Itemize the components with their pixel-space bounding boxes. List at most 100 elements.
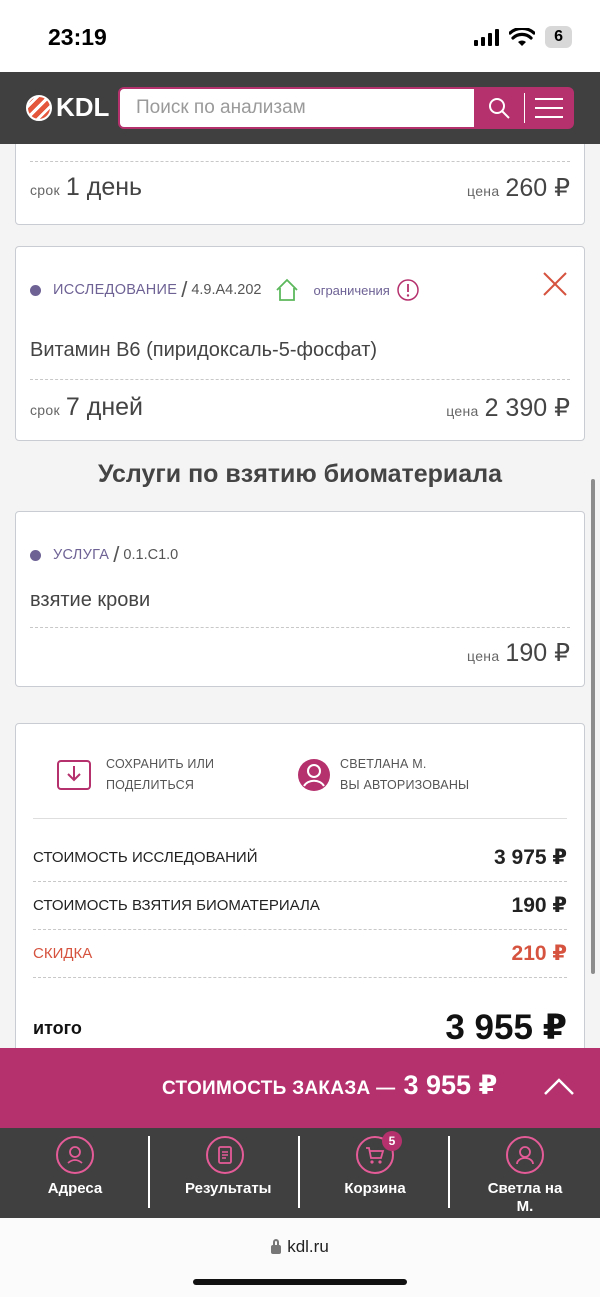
price-label: цена [467,183,500,199]
item-title: взятие крови [30,589,151,611]
browser-footer: kdl.ru [0,1218,600,1297]
price-label: цена [446,403,479,419]
status-icons: 6 [474,26,572,48]
nav-item-profile[interactable]: Светла на М. [450,1128,600,1218]
warning-icon[interactable] [396,278,420,302]
url-text: kdl.ru [287,1237,329,1256]
order-summary-card: СОХРАНИТЬ ИЛИ ПОДЕЛИТЬСЯ СВЕТЛАНА М. ВЫ … [15,723,585,1048]
item-code: 0.1.C1.0 [123,547,179,563]
download-icon [57,760,91,790]
type-dot-icon [30,284,41,296]
row-label: СКИДКА [33,945,93,962]
status-time: 23:19 [48,24,107,50]
row-label: СТОИМОСТЬ ИССЛЕДОВАНИЙ [33,849,258,866]
location-icon [56,1136,94,1174]
nav-label: Светла на М. [487,1180,563,1215]
auth-status: ВЫ АВТОРИЗОВАНЫ [340,778,470,792]
order-total-bar[interactable]: СТОИМОСТЬ ЗАКАЗА — 3 955 ₽ [0,1048,600,1128]
address-bar[interactable]: kdl.ru [0,1237,600,1257]
user-auth-info[interactable]: СВЕТЛАНА М. ВЫ АВТОРИЗОВАНЫ [298,754,469,796]
cellular-signal-icon [474,28,500,46]
nav-label: Корзина [344,1180,406,1197]
row-value: 190 ₽ [511,894,567,917]
save-share-button[interactable]: СОХРАНИТЬ ИЛИ ПОДЕЛИТЬСЯ [56,754,214,796]
remove-item-icon[interactable] [542,271,568,297]
cart-icon: 5 [356,1131,402,1174]
home-indicator [193,1279,407,1285]
home-visit-icon[interactable] [275,278,299,302]
term-label: срок [30,402,60,418]
search-icon [488,98,510,119]
total-label: итого [33,1017,82,1038]
price-label: цена [467,648,500,664]
user-icon [506,1136,544,1174]
term-value: 1 день [65,173,143,201]
item-code: 4.9.A4.202 [191,282,262,298]
item-type: УСЛУГА [53,547,110,563]
header-actions [474,87,574,129]
order-label: СТОИМОСТЬ ЗАКАЗА — [162,1078,396,1099]
price-value: 190 ₽ [505,639,570,667]
nav-item-cart[interactable]: 5 Корзина [300,1128,450,1218]
card-divider [30,627,570,628]
user-avatar-icon [298,759,330,791]
bottom-nav: Адреса Результаты 5 Корзина Светла на М. [0,1128,600,1218]
term-info: срок 7 дней [30,393,143,422]
status-bar: 23:19 6 [0,0,600,72]
menu-button[interactable] [524,87,574,129]
services-heading: Услуги по взятию биоматериала [98,460,502,488]
item-meta: УСЛУГА / 0.1.C1.0 [30,542,178,568]
card-divider [30,379,570,380]
type-dot-icon [30,549,41,561]
lock-icon [271,1238,282,1254]
order-total: СТОИМОСТЬ ЗАКАЗА — 3 955 ₽ [162,1070,497,1101]
meta-separator: / [181,277,188,302]
cart-count-badge: 5 [382,1131,402,1151]
app-header: KDL [0,72,600,144]
user-name: СВЕТЛАНА М. [340,757,427,771]
term-label: срок [30,182,60,198]
document-icon [206,1136,244,1174]
price-value: 260 ₽ [505,174,570,202]
search-input[interactable] [120,89,474,127]
user-auth-text: СВЕТЛАНА М. ВЫ АВТОРИЗОВАНЫ [340,754,469,796]
service-card: УСЛУГА / 0.1.C1.0 взятие крови цена 190 … [15,511,585,687]
search-box [118,87,476,129]
row-value: 210 ₽ [511,942,567,965]
wifi-icon [509,27,536,46]
nav-item-addresses[interactable]: Адреса [0,1128,150,1218]
discount-row: СКИДКА 210 ₽ [33,930,567,978]
kdl-logo[interactable]: KDL [26,92,109,123]
meta-separator: / [113,542,120,567]
search-button[interactable] [474,87,524,129]
cart-content[interactable]: срок 1 день цена 260 ₽ ИССЛЕДОВАНИЕ / 4.… [0,144,600,1048]
summary-divider [33,818,567,819]
battery-indicator: 6 [545,26,572,48]
nav-label: Результаты [185,1180,272,1197]
row-label: СТОИМОСТЬ ВЗЯТИЯ БИОМАТЕРИАЛА [33,897,320,914]
card-divider [30,161,570,162]
order-amount: 3 955 ₽ [403,1070,498,1100]
chevron-up-icon[interactable] [542,1072,576,1102]
row-value: 3 975 ₽ [494,846,567,869]
item-type: ИССЛЕДОВАНИЕ [53,282,178,298]
cart-item-card: срок 1 день цена 260 ₽ [15,144,585,225]
logo-text: KDL [56,92,110,122]
save-share-label: СОХРАНИТЬ ИЛИ ПОДЕЛИТЬСЯ [106,757,215,792]
item-title[interactable]: Витамин B6 (пиридоксаль-5-фосфат) [30,339,377,362]
total-row: итого 3 955 ₽ [33,1008,567,1048]
nav-label: Адреса [47,1180,103,1197]
price-info: цена 190 ₽ [467,638,570,668]
total-value: 3 955 ₽ [445,1008,567,1047]
restrictions-label: ограничения [313,282,390,298]
nav-item-results[interactable]: Результаты [150,1128,300,1218]
hamburger-menu-icon [535,98,564,118]
term-value: 7 дней [65,393,144,421]
scrollbar[interactable] [591,479,595,974]
price-info: цена 260 ₽ [467,173,570,203]
biomaterial-cost-row: СТОИМОСТЬ ВЗЯТИЯ БИОМАТЕРИАЛА 190 ₽ [33,882,567,930]
term-info: срок 1 день [30,173,142,202]
price-value: 2 390 ₽ [484,394,570,422]
item-meta: ИССЛЕДОВАНИЕ / 4.9.A4.202 ограничения [30,277,420,303]
studies-cost-row: СТОИМОСТЬ ИССЛЕДОВАНИЙ 3 975 ₽ [33,834,567,882]
